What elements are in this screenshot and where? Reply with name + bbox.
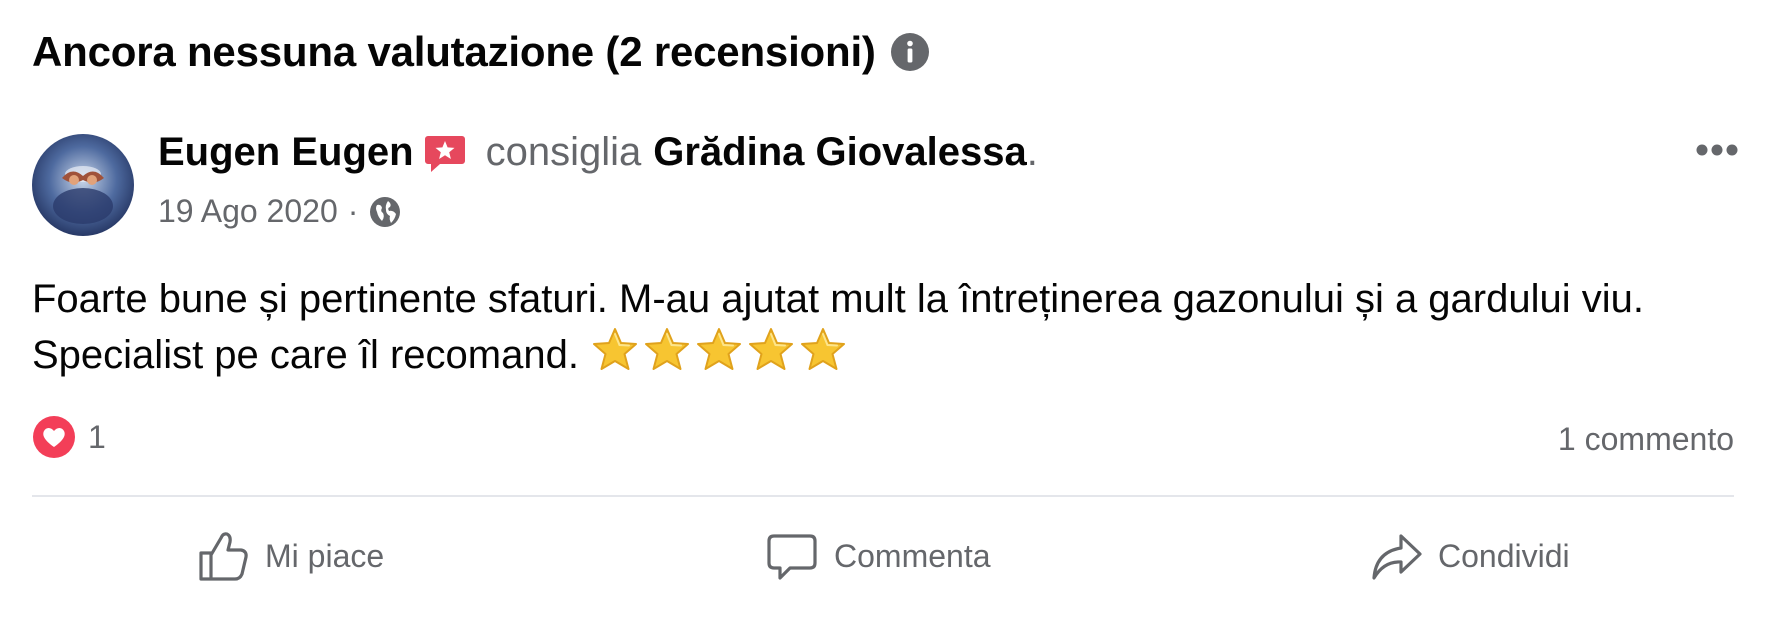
review-meta: 19 Ago 2020 · [158, 193, 402, 230]
love-reaction-icon [32, 415, 76, 459]
review-body: Foarte bune și pertinente sfaturi. M-au … [32, 272, 1752, 382]
author-name[interactable]: Eugen Eugen [158, 130, 414, 175]
like-button[interactable]: Mi piace [195, 524, 384, 588]
share-button[interactable]: Condividi [1368, 524, 1570, 588]
comment-button[interactable]: Commenta [764, 524, 991, 588]
like-label: Mi piace [265, 537, 385, 574]
review-header: Eugen Eugen consiglia Grădina Giovalessa… [158, 130, 1038, 175]
reactions-summary[interactable]: 1 [32, 415, 106, 459]
globe-icon [368, 195, 402, 229]
period: . [1026, 130, 1038, 174]
comment-count[interactable]: 1 commento [1558, 421, 1734, 458]
star-icon [592, 328, 637, 370]
comment-label: Commenta [834, 537, 991, 574]
recommend-badge-icon [424, 132, 466, 174]
rating-summary-title: Ancora nessuna valutazione (2 recensioni… [32, 28, 876, 75]
comment-icon [767, 534, 817, 580]
star-icon [644, 328, 689, 370]
share-label: Condividi [1438, 537, 1570, 574]
info-icon[interactable] [890, 32, 930, 72]
thumbs-up-icon [199, 532, 248, 581]
meta-separator: · [347, 193, 359, 229]
page-name-link[interactable]: Grădina Giovalessa [653, 130, 1027, 175]
star-icon [748, 328, 793, 370]
star-icon [800, 328, 845, 370]
reviews-heading: Ancora nessuna valutazione (2 recensioni… [32, 28, 930, 76]
star-icon [696, 328, 741, 370]
avatar[interactable] [32, 134, 134, 236]
more-options-icon[interactable] [1694, 140, 1740, 160]
divider [32, 495, 1734, 497]
reaction-count: 1 [88, 418, 106, 455]
review-date[interactable]: 19 Ago 2020 [158, 193, 338, 230]
share-icon [1372, 534, 1422, 580]
star-rating [591, 326, 847, 374]
recommends-label: consiglia [485, 130, 642, 174]
